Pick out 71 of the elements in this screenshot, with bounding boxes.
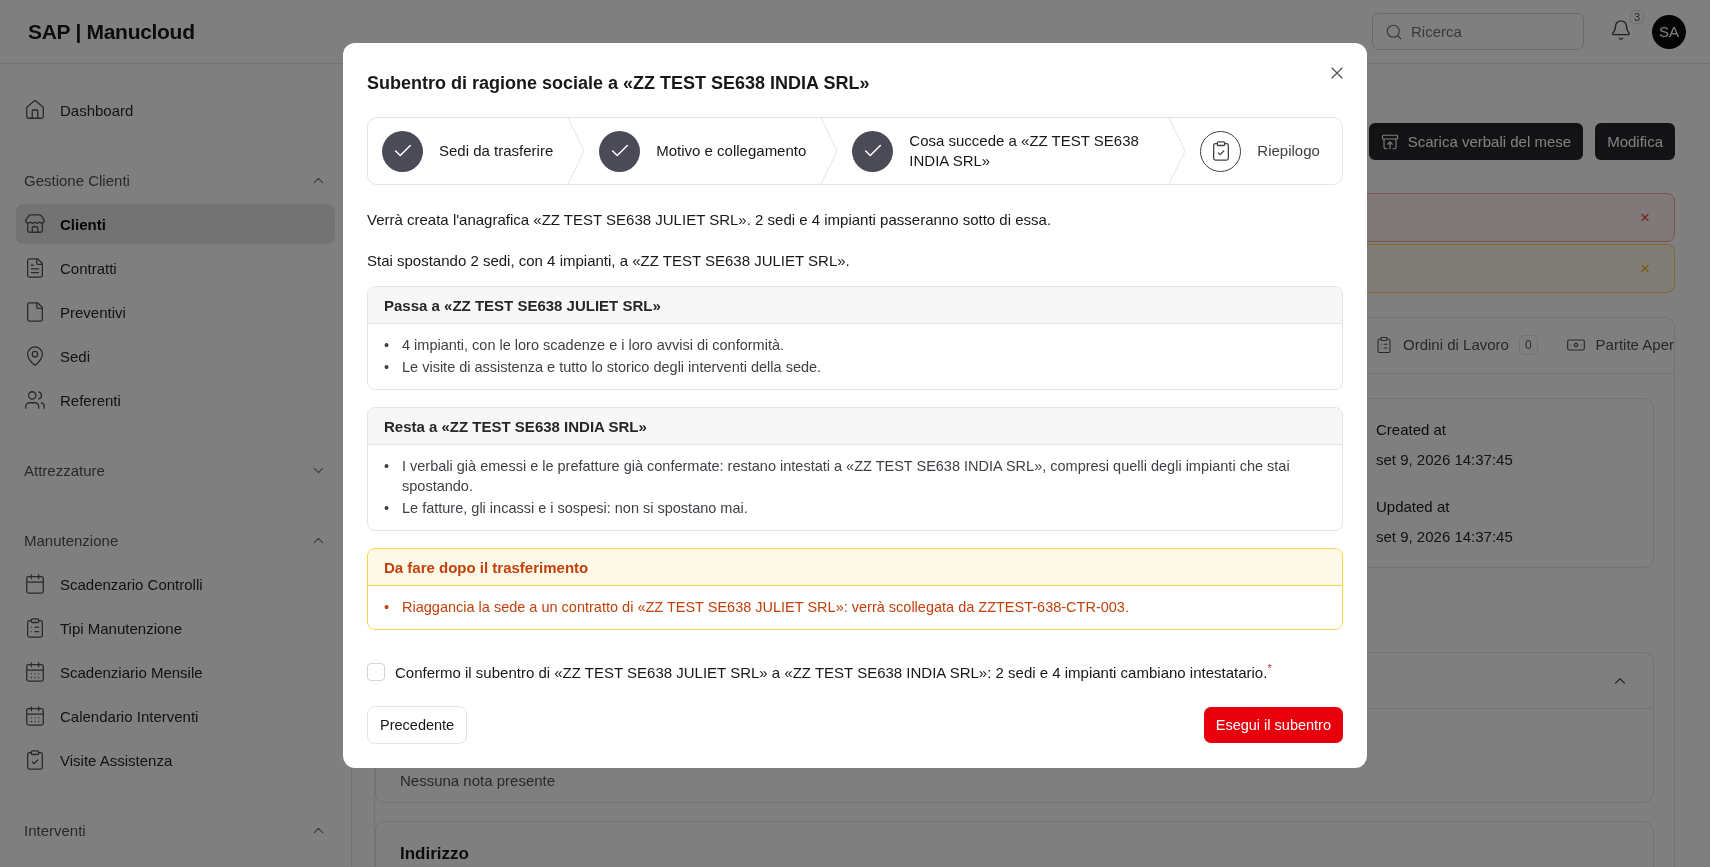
clipboard-icon — [1375, 335, 1394, 354]
list-item: I verbali già emessi e le prefatture già confermate: restano intestati a «ZZ TEST SE638 INDIA SRL», compresi quelli degli impianti che stai spostando. — [402, 457, 1291, 496]
sidebar-item[interactable]: Preventivi — [16, 292, 335, 332]
close-button[interactable]: × — [1640, 207, 1650, 228]
step-label: Sedi da trasferire — [439, 140, 554, 161]
step-label: Cosa succede a «ZZ TEST SE638 INDIA SRL» — [909, 130, 1140, 171]
sidebar-item[interactable]: Clienti — [16, 204, 335, 244]
info-text: Stai spostando 2 sedi, con 4 impianti, a «ZZ TEST SE638 JULIET SRL». — [367, 252, 851, 269]
sidebar-item[interactable]: Contratti — [16, 248, 335, 288]
calendar-icon — [24, 573, 46, 595]
info-text: Verrà creata l'anagrafica «ZZ TEST SE638 JULIET SRL». 2 sedi e 4 impianti passeranno sotto di essa. — [367, 211, 1053, 228]
field-label: Created at — [1376, 421, 1448, 438]
sidebar-group-header[interactable]: Interventi — [16, 810, 335, 850]
sidebar-item[interactable]: Visite Assistenza — [16, 740, 335, 780]
sidebar-group-header[interactable]: Attrezzature — [16, 450, 335, 490]
sidebar-item[interactable]: Scadenzario Controlli — [16, 564, 335, 604]
field-label: Updated at — [1376, 498, 1451, 515]
list-item: Le visite di assistenza e tutto lo storico degli interventi della sede. — [402, 358, 822, 377]
map-pin-icon — [24, 345, 46, 367]
checkbox[interactable] — [367, 662, 385, 681]
empty-message: Nessuna nota presente — [400, 772, 556, 789]
download-button[interactable]: Scarica verbali del mese — [1368, 123, 1584, 160]
search-placeholder: Ricerca — [1411, 23, 1462, 40]
field-value: set 9, 2026 14:37:45 — [1376, 528, 1514, 545]
sidebar-item[interactable]: Sedi — [16, 336, 335, 376]
sidebar-item[interactable]: Dashboard — [16, 90, 335, 130]
panel-title: Passa a «ZZ TEST SE638 JULIET SRL» — [368, 287, 1342, 324]
bell-icon[interactable] — [1610, 18, 1632, 41]
tab[interactable]: Partite Aper — [1565, 334, 1674, 357]
bullet: • — [384, 336, 391, 355]
field-value: set 9, 2026 14:37:45 — [1376, 451, 1514, 468]
list-item: Riaggancia la sede a un contratto di «ZZ TEST SE638 JULIET SRL»: verrà scollegata da ZZTEST-638-CTR-003. — [402, 598, 1129, 617]
bullet: • — [384, 457, 391, 476]
bullet: • — [384, 499, 391, 518]
store-icon — [24, 213, 46, 235]
calendar-icon — [24, 705, 46, 727]
calendar-icon — [24, 661, 46, 683]
document-icon — [24, 301, 46, 323]
archive-icon — [1380, 132, 1399, 151]
panel-title: Da fare dopo il trasferimento — [368, 549, 1342, 586]
sidebar-item[interactable]: Calendario Interventi — [16, 696, 335, 736]
sidebar-item[interactable]: Referenti — [16, 380, 335, 420]
sidebar-item[interactable]: Tipi Manutenzione — [16, 608, 335, 648]
logo[interactable]: SAP | Manucloud — [28, 19, 1356, 44]
sidebar-group-header[interactable]: Gestione Clienti — [16, 160, 335, 200]
step-label: Riepilogo — [1257, 140, 1320, 161]
submit-button[interactable]: Esegui il subentro — [1203, 707, 1343, 743]
back-button[interactable]: Precedente — [367, 706, 468, 744]
clipboard-icon — [24, 617, 46, 639]
modal-title: Subentro di ragione sociale a «ZZ TEST SE638 INDIA SRL» — [367, 73, 871, 94]
user-avatar[interactable]: SA — [1652, 14, 1686, 49]
list-item: 4 impianti, con le loro scadenze e i loro avvisi di conformità. — [402, 336, 784, 355]
search-icon — [1385, 22, 1403, 41]
clipboard-check-icon — [24, 749, 46, 771]
step-label: Motivo e collegamento — [656, 140, 807, 161]
bullet: • — [384, 358, 391, 377]
list-item: Le fatture, gli incassi e i sospesi: non si spostano mai. — [402, 499, 748, 518]
people-icon — [24, 389, 46, 411]
sidebar-group-header[interactable]: Manutenzione — [16, 520, 335, 560]
tab[interactable]: Ordini di Lavoro 0 — [1375, 334, 1538, 357]
card-title: Indirizzo — [400, 844, 470, 864]
sidebar-item[interactable]: Scadenziario Mensile — [16, 652, 335, 692]
home-icon — [24, 99, 46, 121]
bullet: • — [384, 598, 391, 617]
document-icon — [24, 257, 46, 279]
edit-button[interactable]: Modifica — [1595, 123, 1675, 160]
tab-count: 0 — [1518, 334, 1538, 355]
search-field[interactable]: Ricerca — [1372, 13, 1584, 50]
notification-count: 3 — [1629, 9, 1644, 24]
panel-title: Resta a «ZZ TEST SE638 INDIA SRL» — [368, 408, 1342, 445]
checkbox-label: Confermo il subentro di «ZZ TEST SE638 JULIET SRL» a «ZZ TEST SE638 INDIA SRL»: 2 sedi e 4 impianti cambiano intestatario.$^{*}$ — [395, 662, 1272, 681]
